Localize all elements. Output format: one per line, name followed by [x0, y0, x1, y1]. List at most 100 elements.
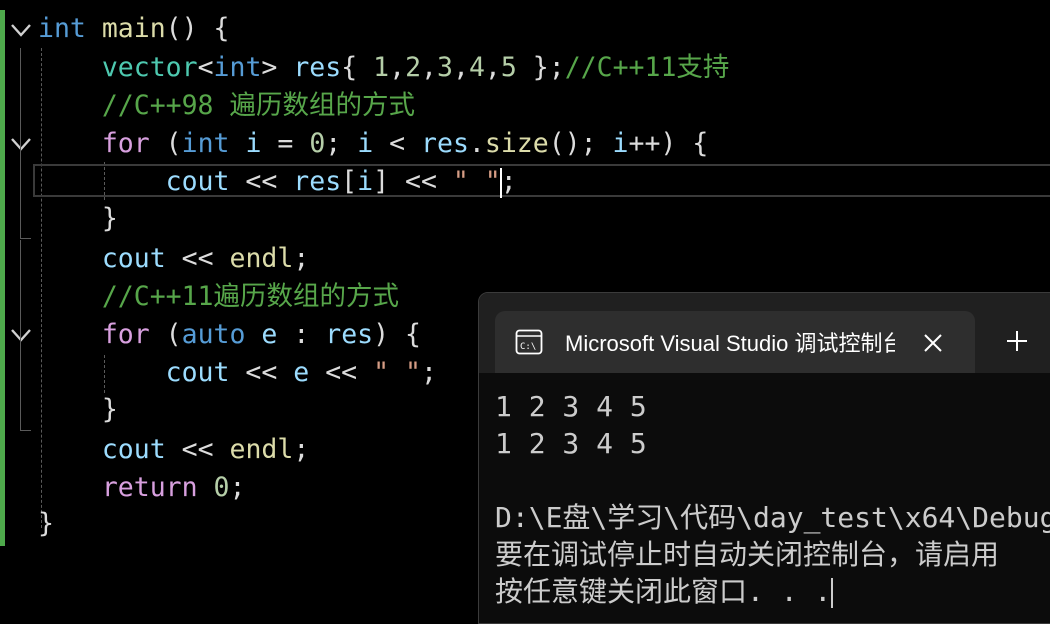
code-token: >: [261, 52, 294, 83]
code-token: res: [421, 128, 469, 159]
code-line[interactable]: for (int i = 0; i < res.size(); i++) {: [38, 125, 708, 163]
console-line: 要在调试停止时自动关闭控制台，请启用: [495, 538, 1000, 571]
code-token: <<: [229, 166, 294, 197]
code-token: res: [325, 319, 374, 350]
code-token: :: [277, 319, 326, 350]
code-token: <<: [165, 243, 230, 274]
console-icon: C:\: [515, 329, 543, 355]
code-token: <: [197, 52, 214, 83]
code-token: ) {: [373, 319, 422, 350]
code-token: ] <<: [373, 166, 453, 197]
code-line[interactable]: vector<int> res{ 1,2,3,4,5 };//C++11支持: [38, 49, 730, 87]
code-token: ();: [548, 128, 613, 159]
console-line: 1 2 3 4 5: [495, 390, 647, 423]
code-token: return: [101, 472, 198, 503]
code-token: ;: [293, 243, 310, 274]
code-token: e: [293, 357, 310, 388]
code-token: //C++11支持: [564, 52, 730, 83]
code-line[interactable]: }: [38, 200, 118, 238]
plus-icon[interactable]: [1005, 329, 1029, 353]
code-token: 3: [437, 52, 453, 83]
code-line[interactable]: int main() {: [38, 10, 230, 48]
console-text: 按任意键关闭此窗口. . .: [495, 575, 832, 608]
code-token: .: [468, 128, 485, 159]
code-token: 5: [500, 52, 517, 83]
code-token: 1: [373, 52, 390, 83]
console-tab[interactable]: C:\ Microsoft Visual Studio 调试控制台: [495, 311, 975, 373]
code-token: 2: [405, 52, 422, 83]
code-token: [: [341, 166, 358, 197]
code-token: " ": [452, 166, 501, 197]
code-token: () {: [165, 13, 230, 44]
code-token: (: [149, 319, 182, 350]
change-indicator-bar: [0, 10, 5, 546]
code-token: }: [38, 203, 118, 234]
code-token: <<: [229, 357, 294, 388]
code-token: cout: [101, 243, 166, 274]
code-token: vector: [101, 52, 198, 83]
debug-console-window[interactable]: C:\ Microsoft Visual Studio 调试控制台 1 2 3 …: [478, 292, 1050, 624]
code-line[interactable]: return 0;: [38, 469, 246, 507]
code-token: <<: [165, 434, 230, 465]
code-line[interactable]: for (auto e : res) {: [38, 316, 421, 354]
code-token: i: [245, 128, 262, 159]
code-token: endl: [229, 434, 294, 465]
code-token: res: [293, 52, 342, 83]
code-token: int: [213, 52, 262, 83]
tab-bar: C:\ Microsoft Visual Studio 调试控制台: [479, 293, 1050, 373]
code-token: " ": [373, 357, 421, 388]
code-token: ,: [452, 52, 469, 83]
code-line[interactable]: cout << endl;: [38, 240, 309, 278]
code-line[interactable]: //C++98 遍历数组的方式: [38, 87, 415, 125]
code-token: <<: [309, 357, 374, 388]
code-token: int: [38, 13, 86, 44]
code-token: main: [101, 13, 166, 44]
code-token: =: [261, 128, 310, 159]
console-line-last: 按任意键关闭此窗口. . .: [495, 573, 1050, 610]
console-line: 1 2 3 4 5: [495, 427, 647, 460]
code-token: //C++98 遍历数组的方式: [101, 90, 415, 121]
code-token: int: [181, 128, 230, 159]
code-token: ;: [325, 128, 358, 159]
code-token: ++) {: [628, 128, 709, 159]
code-token: i: [612, 128, 629, 159]
code-token: ;: [500, 166, 517, 197]
code-token: for: [101, 128, 150, 159]
code-token: {: [341, 52, 374, 83]
code-token: ;: [420, 357, 437, 388]
code-token: ,: [389, 52, 406, 83]
chevron-down-icon[interactable]: [8, 20, 34, 40]
code-line[interactable]: cout << res[i] << " ";: [38, 163, 517, 201]
svg-text:C:\: C:\: [520, 342, 536, 352]
code-token: size: [484, 128, 549, 159]
code-token: 0: [309, 128, 326, 159]
code-token: i: [357, 128, 374, 159]
terminal-cursor: [831, 578, 834, 608]
close-icon[interactable]: [921, 331, 945, 355]
code-line[interactable]: cout << endl;: [38, 431, 309, 469]
code-line[interactable]: }: [38, 391, 118, 429]
fold-scope-bracket: [20, 48, 31, 239]
code-token: cout: [165, 166, 230, 197]
code-line[interactable]: }: [38, 505, 54, 543]
console-output[interactable]: 1 2 3 4 5 1 2 3 4 5 D:\E盘\学习\代码\day_test…: [495, 388, 1050, 610]
code-token: 4: [468, 52, 485, 83]
code-token: ,: [484, 52, 501, 83]
code-line[interactable]: //C++11遍历数组的方式: [38, 278, 399, 316]
code-token: ,: [421, 52, 437, 83]
code-token: };: [516, 52, 565, 83]
code-token: //C++11遍历数组的方式: [101, 281, 400, 312]
code-token: endl: [229, 243, 294, 274]
code-line[interactable]: cout << e << " ";: [38, 354, 437, 392]
